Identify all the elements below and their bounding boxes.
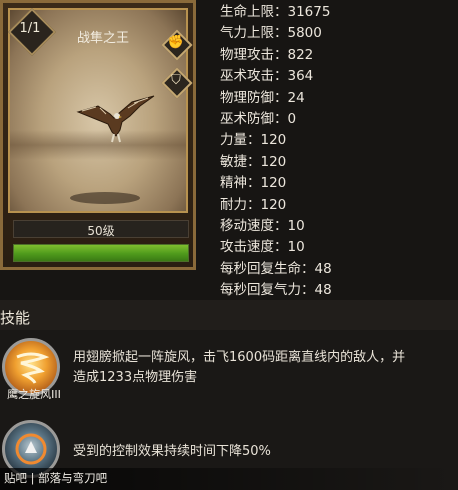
level-bar: 50级	[13, 220, 189, 238]
hp-bar-fill	[14, 245, 188, 261]
hp-bar	[13, 244, 189, 262]
stats-list: 生命上限：31675 气力上限：5800 物理攻击：822 巫术攻击：364 物…	[220, 2, 450, 301]
unit-name: 战隼之王	[76, 31, 129, 46]
stat-move-speed: 移动速度：10	[220, 217, 305, 234]
unit-level: 50级	[87, 224, 115, 238]
stat-attack-speed: 攻击速度：10	[220, 239, 305, 256]
watermark-text: 贴吧 | 部落与弯刀吧	[4, 471, 108, 485]
unit-card[interactable]: 1/1 战隼之王 ✊ ⛉ 50级	[0, 0, 196, 270]
skill-description: 用翅膀掀起一阵旋风，击飞1600码距离直线内的敌人，并 造成1233点物理伤害	[73, 348, 453, 388]
card-count-badge: 1/1	[7, 7, 57, 57]
skills-header	[0, 300, 458, 330]
stat-energy-regen: 每秒回复气力：48	[220, 282, 332, 299]
eagle-illustration	[76, 95, 155, 143]
skill-name: 鹰之旋风III	[7, 388, 61, 401]
ground-shadow	[70, 192, 140, 204]
skills-title: 技能	[0, 309, 31, 327]
skill-description: 受到的控制效果持续时间下降50%	[73, 442, 453, 462]
fist-icon[interactable]: ✊	[161, 29, 193, 61]
stat-max-energy: 气力上限：5800	[220, 25, 322, 42]
stat-hp-regen: 每秒回复生命：48	[220, 260, 332, 277]
stat-spirit: 精神：120	[220, 175, 287, 192]
stat-magic-defense: 巫术防御：0	[220, 110, 297, 127]
shield-icon[interactable]: ⛉	[161, 67, 193, 99]
stat-physical-attack: 物理攻击：822	[220, 46, 314, 63]
skill-desc-line: 受到的控制效果持续时间下降50%	[73, 444, 271, 459]
skill-desc-line: 用翅膀掀起一阵旋风，击飞1600码距离直线内的敌人，并	[73, 350, 406, 365]
skill-row[interactable]: 鹰之旋风III 用翅膀掀起一阵旋风，击飞1600码距离直线内的敌人，并 造成12…	[0, 336, 458, 406]
stat-agility: 敏捷：120	[220, 153, 287, 170]
stat-max-hp: 生命上限：31675	[220, 4, 331, 20]
card-count: 1/1	[19, 21, 41, 36]
stat-physical-defense: 物理防御：24	[220, 89, 305, 106]
skill-desc-line: 造成1233点物理伤害	[73, 370, 198, 385]
watermark-bar: 贴吧 | 部落与弯刀吧	[0, 468, 458, 490]
stat-stamina: 耐力：120	[220, 196, 287, 213]
stat-magic-attack: 巫术攻击：364	[220, 68, 314, 85]
stat-strength: 力量：120	[220, 132, 287, 149]
